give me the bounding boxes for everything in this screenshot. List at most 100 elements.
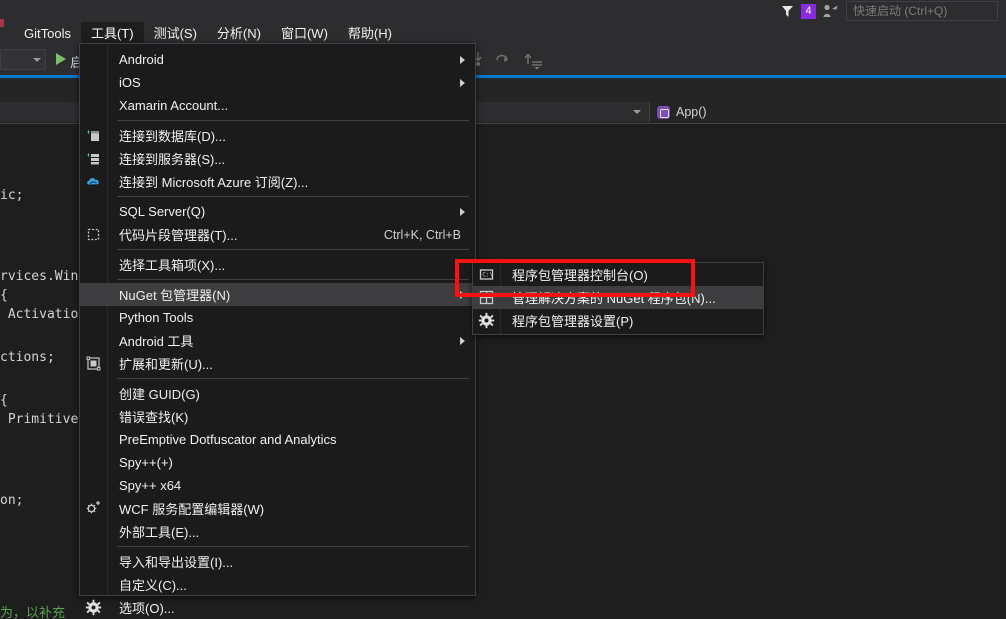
tools-menu-item[interactable]: iOS bbox=[80, 71, 475, 94]
tools-menu-item-label: 外部工具(E)... bbox=[119, 525, 200, 540]
nuget-submenu-item[interactable]: C:\ 程序包管理器控制台(O) bbox=[473, 263, 763, 286]
chevron-right-icon bbox=[460, 208, 465, 216]
menu-top-0[interactable]: GitTools bbox=[14, 22, 81, 45]
tools-menu-item[interactable]: 连接到 Microsoft Azure 订阅(Z)... bbox=[80, 170, 475, 193]
code-line: ic; bbox=[0, 188, 24, 203]
tools-menu-item[interactable]: 选择工具箱项(X)... bbox=[80, 253, 475, 276]
member-dropdown-label: App() bbox=[676, 105, 707, 119]
tools-menu-item[interactable]: SQL Server(Q) bbox=[80, 200, 475, 223]
play-icon[interactable] bbox=[56, 53, 66, 65]
tools-menu-item[interactable]: 连接到服务器(S)... bbox=[80, 147, 475, 170]
menu-separator bbox=[117, 249, 469, 250]
code-line: rvices.Win bbox=[0, 269, 79, 284]
flag-icon[interactable] bbox=[781, 5, 794, 18]
tools-menu-item-label: PreEmptive Dotfuscator and Analytics bbox=[119, 432, 337, 447]
toolbar-overflow-icon[interactable] bbox=[531, 57, 543, 70]
extensions-icon bbox=[85, 355, 102, 372]
no-icon bbox=[85, 286, 102, 303]
tools-menu-item[interactable]: 创建 GUID(G) bbox=[80, 382, 475, 405]
tools-menu-item-label: Spy++ x64 bbox=[119, 478, 182, 493]
tools-menu-item[interactable]: 外部工具(E)... bbox=[80, 520, 475, 543]
member-dropdown[interactable]: App() bbox=[650, 102, 1006, 122]
tools-menu-item-label: 错误查找(K) bbox=[119, 410, 189, 425]
menu-top-1[interactable]: 工具(T) bbox=[80, 22, 144, 45]
tools-menu-item[interactable]: 连接到数据库(D)... bbox=[80, 124, 475, 147]
tools-menu-item-label: 连接到 Microsoft Azure 订阅(Z)... bbox=[119, 175, 309, 190]
tools-menu-item-label: Android bbox=[119, 52, 164, 67]
nuget-submenu-item-label: 程序包管理器控制台(O) bbox=[512, 268, 648, 283]
no-icon bbox=[85, 477, 102, 494]
tools-menu-item[interactable]: Spy++ x64 bbox=[80, 474, 475, 497]
tools-menu-item[interactable]: NuGet 包管理器(N) bbox=[80, 283, 475, 306]
code-line: { bbox=[0, 288, 8, 303]
menu-top-3[interactable]: 分析(N) bbox=[207, 22, 271, 45]
tools-menu-item-label: iOS bbox=[119, 75, 141, 90]
nuget-submenu-item-label: 程序包管理器设置(P) bbox=[512, 314, 634, 329]
tools-menu-items: Android iOS Xamarin Account... 连接到数据库(D)...… bbox=[80, 48, 475, 619]
nuget-submenu-item[interactable]: 管理解决方案的 NuGet 程序包(N)... bbox=[473, 286, 763, 309]
tools-menu-item[interactable]: Android bbox=[80, 48, 475, 71]
console-icon: C:\ bbox=[478, 266, 495, 283]
code-line: on; bbox=[0, 493, 24, 508]
menu-bar: GitTools 工具(T) 测试(S) 分析(N) 窗口(W) 帮助(H) 4 快速启动… bbox=[0, 0, 1006, 45]
nuget-submenu-panel: C:\ 程序包管理器控制台(O) 管理解决方案的 NuGet 程序包(N)... 程序… bbox=[472, 262, 764, 335]
tools-menu-item[interactable]: Android 工具 bbox=[80, 329, 475, 352]
tools-menu-item[interactable]: 导入和导出设置(I)... bbox=[80, 550, 475, 573]
no-icon bbox=[85, 74, 102, 91]
tools-menu-item-label: 代码片段管理器(T)... bbox=[119, 228, 238, 243]
configuration-combo[interactable] bbox=[0, 49, 46, 70]
quick-launch-input[interactable]: 快速启动 (Ctrl+Q) bbox=[846, 1, 998, 21]
menu-top-5[interactable]: 帮助(H) bbox=[338, 22, 402, 45]
tools-menu-item[interactable]: Xamarin Account... bbox=[80, 94, 475, 117]
gear-icon bbox=[85, 599, 102, 616]
azure-cloud-icon bbox=[85, 173, 102, 190]
tools-menu-item-label: Python Tools bbox=[119, 310, 194, 325]
tools-menu-item-label: 选择工具箱项(X)... bbox=[119, 258, 226, 273]
step-over-icon[interactable] bbox=[495, 51, 511, 67]
chevron-down-icon bbox=[633, 110, 641, 114]
code-line: { bbox=[0, 393, 8, 408]
menu-separator bbox=[117, 196, 469, 197]
menu-separator bbox=[117, 546, 469, 547]
no-icon bbox=[85, 454, 102, 471]
tools-menu-item[interactable]: Python Tools bbox=[80, 306, 475, 329]
tools-menu-item-label: 连接到服务器(S)... bbox=[119, 152, 226, 167]
tools-menu-item[interactable]: 选项(O)... bbox=[80, 596, 475, 619]
tools-menu-item-label: NuGet 包管理器(N) bbox=[119, 288, 231, 303]
chevron-down-icon bbox=[33, 58, 41, 62]
tools-menu-panel: Android iOS Xamarin Account... 连接到数据库(D)...… bbox=[79, 43, 476, 616]
tools-menu-item-label: 自定义(C)... bbox=[119, 578, 187, 593]
menu-separator bbox=[117, 120, 469, 121]
notification-count-badge[interactable]: 4 bbox=[801, 3, 816, 19]
unsaved-marker-icon bbox=[0, 19, 4, 27]
tools-menu-item[interactable]: 扩展和更新(U)... bbox=[80, 352, 475, 375]
feedback-icon[interactable] bbox=[823, 4, 839, 18]
menu-top-4[interactable]: 窗口(W) bbox=[271, 22, 338, 45]
menu-top-2[interactable]: 测试(S) bbox=[144, 22, 207, 45]
tools-menu-item-label: SQL Server(Q) bbox=[119, 204, 206, 219]
tools-menu-item[interactable]: WCF 服务配置编辑器(W) bbox=[80, 497, 475, 520]
no-icon bbox=[85, 385, 102, 402]
tools-menu-item-label: 创建 GUID(G) bbox=[119, 387, 200, 402]
tools-menu-item-label: 选项(O)... bbox=[119, 601, 175, 616]
no-icon bbox=[85, 431, 102, 448]
snippet-icon bbox=[85, 226, 102, 243]
tools-menu-item[interactable]: Spy++(+) bbox=[80, 451, 475, 474]
tools-menu-item[interactable]: 错误查找(K) bbox=[80, 405, 475, 428]
tools-menu-item-label: WCF 服务配置编辑器(W) bbox=[119, 502, 265, 517]
chevron-right-icon bbox=[460, 79, 465, 87]
tools-menu-item-label: Android 工具 bbox=[119, 334, 194, 349]
tools-menu-item[interactable]: 自定义(C)... bbox=[80, 573, 475, 596]
nuget-submenu-item[interactable]: 程序包管理器设置(P) bbox=[473, 309, 763, 332]
tools-menu-item-shortcut: Ctrl+K, Ctrl+B bbox=[383, 227, 461, 242]
code-line: 为，以补充 bbox=[0, 606, 66, 619]
svg-text:C:\: C:\ bbox=[482, 272, 493, 279]
code-line: Activatio bbox=[0, 307, 79, 322]
chevron-right-icon bbox=[460, 337, 465, 345]
tools-menu-item[interactable]: 代码片段管理器(T)... Ctrl+K, Ctrl+B bbox=[80, 223, 475, 246]
tools-menu-item[interactable]: PreEmptive Dotfuscator and Analytics bbox=[80, 428, 475, 451]
chevron-right-icon bbox=[460, 291, 465, 299]
tools-menu-item-label: 导入和导出设置(I)... bbox=[119, 555, 234, 570]
debug-step-icons bbox=[470, 51, 536, 67]
menu-bar-right-tools: 4 快速启动 (Ctrl+Q) bbox=[781, 0, 998, 22]
